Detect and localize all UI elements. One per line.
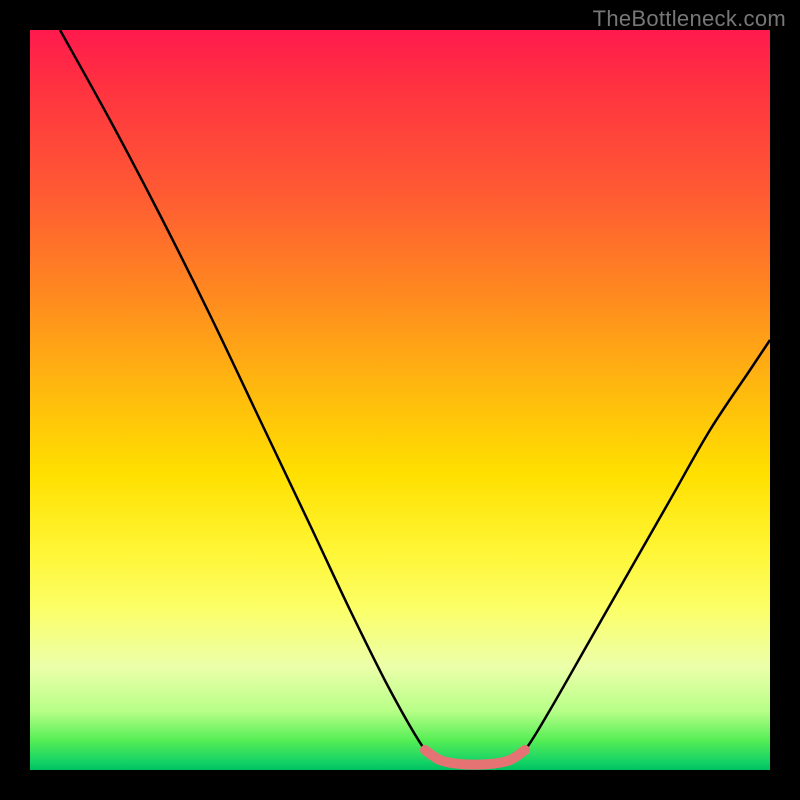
chart-frame: TheBottleneck.com	[0, 0, 800, 800]
watermark-text: TheBottleneck.com	[593, 6, 786, 32]
bottleneck-curve	[60, 30, 770, 765]
curve-layer	[30, 30, 770, 770]
flat-bottom-highlight	[425, 750, 525, 765]
gradient-plot-area	[30, 30, 770, 770]
